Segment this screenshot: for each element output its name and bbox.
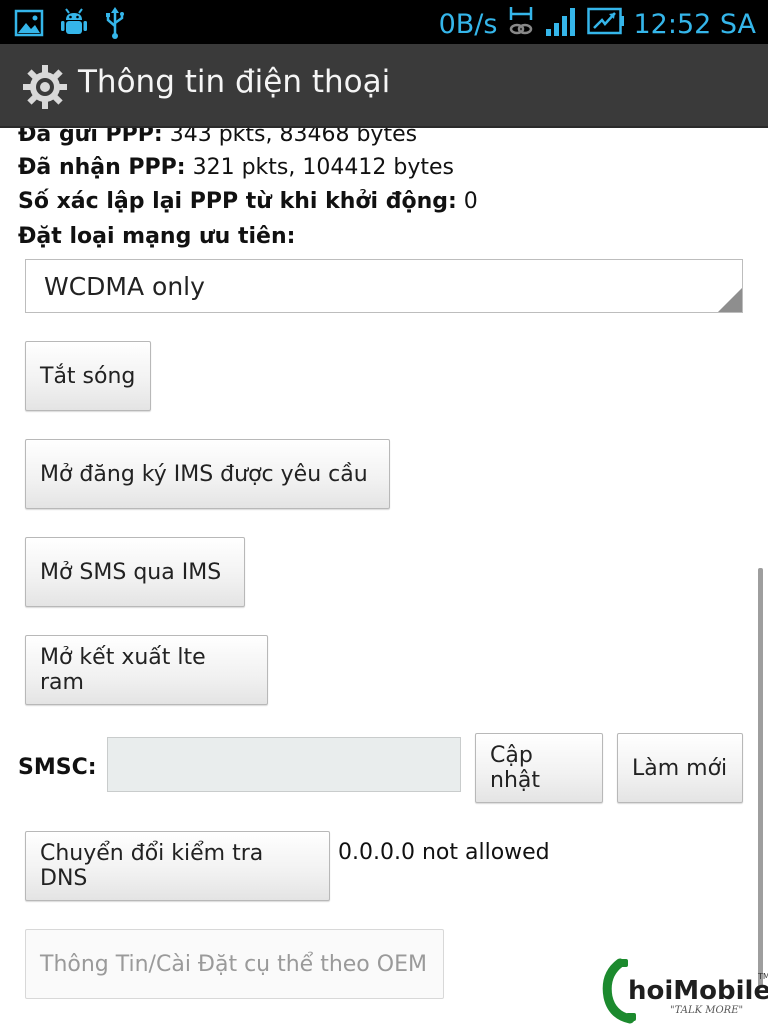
action-bar: Thông tin điện thoại [0, 44, 768, 128]
update-button[interactable]: Cập nhật [475, 733, 603, 803]
phone-info-content[interactable]: Đã gửi PPP: 343 pkts, 83468 bytes Đã nhậ… [0, 128, 768, 1024]
battery-charging-icon [587, 6, 625, 43]
smsc-input[interactable] [107, 737, 461, 792]
choimobile-watermark-logo: hoiMobile "TALK MORE" TM [600, 955, 768, 1024]
scrollbar[interactable] [758, 568, 763, 988]
smsc-label: SMSC: [18, 755, 97, 780]
signal-strength-icon [545, 5, 579, 44]
usb-icon [104, 6, 126, 44]
dns-status-text: 0.0.0.0 not allowed [338, 840, 550, 865]
preferred-network-label: Đặt loại mạng ưu tiên: [18, 224, 296, 249]
refresh-button[interactable]: Làm mới [617, 733, 743, 803]
ppp-received-row: Đã nhận PPP: 321 pkts, 104412 bytes [18, 155, 454, 180]
ppp-sent-value: 343 pkts, 83468 bytes [169, 128, 418, 147]
lte-ram-dump-button[interactable]: Mở kết xuất lte ram [25, 635, 268, 705]
network-type-value: WCDMA only [44, 272, 205, 301]
ppp-received-label: Đã nhận PPP: [18, 155, 186, 180]
gear-icon [22, 64, 68, 114]
ppp-resets-row: Số xác lập lại PPP từ khi khởi động: 0 [18, 189, 478, 214]
gallery-icon [14, 8, 44, 42]
clock-text: 12:52 SA [633, 9, 756, 40]
ims-registration-button[interactable]: Mở đăng ký IMS được yêu cầu [25, 439, 390, 509]
oem-settings-button[interactable]: Thông Tin/Cài Đặt cụ thể theo OEM [25, 929, 444, 999]
sms-over-ims-button[interactable]: Mở SMS qua IMS [25, 537, 245, 607]
ppp-sent-label: Đã gửi PPP: [18, 128, 163, 147]
page-title: Thông tin điện thoại [78, 64, 391, 100]
ppp-received-value: 321 pkts, 104412 bytes [192, 155, 454, 180]
svg-text:"TALK MORE": "TALK MORE" [670, 1005, 743, 1016]
data-activity-icon [505, 4, 537, 45]
data-rate-text: 0B/s [438, 9, 498, 40]
preferred-network-row: Đặt loại mạng ưu tiên: [18, 224, 295, 249]
ppp-resets-label: Số xác lập lại PPP từ khi khởi động: [18, 189, 457, 214]
android-debug-icon [58, 7, 90, 43]
ppp-resets-value: 0 [463, 189, 478, 214]
svg-text:hoiMobile: hoiMobile [628, 976, 768, 1006]
network-type-spinner[interactable]: WCDMA only [25, 259, 743, 313]
svg-text:TM: TM [757, 972, 768, 981]
radio-off-button[interactable]: Tắt sóng [25, 341, 151, 411]
spinner-arrow-icon [718, 288, 742, 312]
status-bar: 0B/s 12:52 SA [0, 0, 768, 44]
dns-check-toggle-button[interactable]: Chuyển đổi kiểm tra DNS [25, 831, 330, 901]
ppp-sent-row: Đã gửi PPP: 343 pkts, 83468 bytes [18, 128, 417, 147]
